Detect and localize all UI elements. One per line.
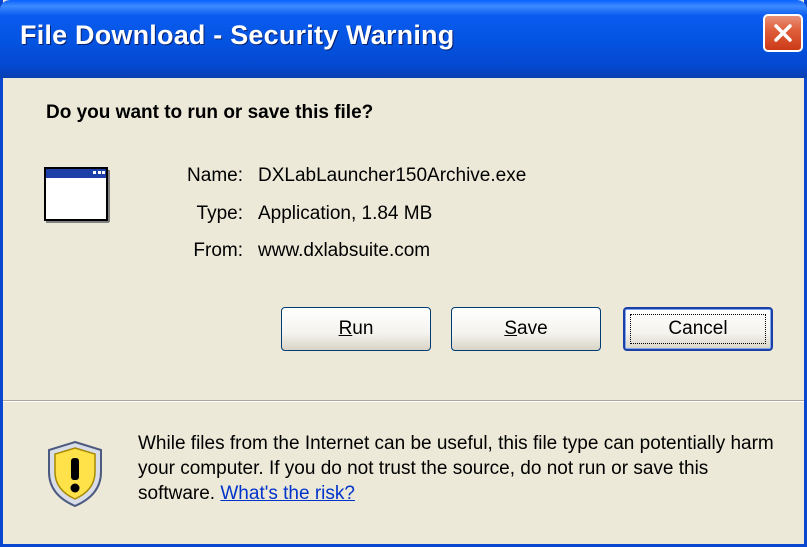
close-icon — [774, 24, 792, 42]
focus-rectangle — [630, 314, 766, 344]
file-source-row: From: www.dxlabsuite.com — [3, 240, 807, 264]
security-shield-warning-icon — [48, 440, 102, 508]
dialog-question: Do you want to run or save this file? — [46, 102, 374, 123]
file-name-row: Name: DXLabLauncher150Archive.exe — [3, 165, 807, 189]
file-type-value: Application, 1.84 MB — [258, 203, 433, 224]
file-name-value: DXLabLauncher150Archive.exe — [258, 165, 527, 186]
file-source-value: www.dxlabsuite.com — [258, 240, 431, 261]
close-button[interactable] — [763, 14, 803, 52]
title-bar[interactable]: File Download - Security Warning — [0, 0, 807, 78]
save-label: ave — [517, 318, 548, 339]
whats-the-risk-link[interactable]: What's the risk? — [220, 483, 355, 504]
run-button[interactable]: Run — [281, 307, 431, 351]
save-button[interactable]: Save — [451, 307, 601, 351]
dialog-body: Do you want to run or save this file? Na… — [3, 78, 804, 544]
run-label: un — [352, 318, 374, 339]
file-name-label: Name: — [187, 165, 243, 186]
file-type-label: Type: — [196, 203, 243, 224]
security-warning-text: While files from the Internet can be use… — [138, 431, 788, 506]
run-accelerator: R — [338, 318, 353, 339]
divider — [3, 400, 804, 402]
window-title: File Download - Security Warning — [20, 20, 455, 50]
file-source-label: From: — [193, 240, 243, 261]
save-accelerator: S — [504, 318, 518, 339]
file-download-dialog: File Download - Security Warning Do you … — [0, 0, 807, 547]
file-type-row: Type: Application, 1.84 MB — [3, 203, 807, 227]
cancel-button[interactable]: Cancel — [623, 307, 773, 351]
